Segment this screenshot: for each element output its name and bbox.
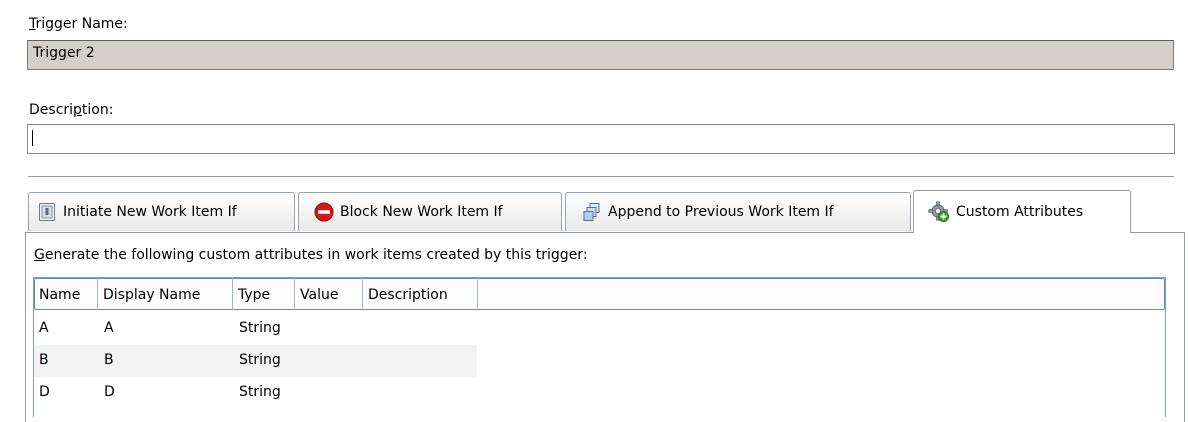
column-header-description[interactable]: Description [363, 278, 478, 310]
column-header-name[interactable]: Name [34, 278, 98, 310]
separator-highlight [28, 177, 1174, 178]
block-icon [314, 202, 334, 222]
column-header-display-name[interactable]: Display Name [98, 278, 233, 310]
column-header-type[interactable]: Type [233, 278, 295, 310]
description-label: Description: [29, 102, 114, 118]
text-caret [32, 130, 33, 146]
gear-add-icon [928, 201, 949, 222]
cell-type: String [239, 384, 281, 400]
tab-label: Append to Previous Work Item If [608, 204, 834, 220]
initiate-icon [39, 203, 55, 221]
tab-block-new-work-item-if[interactable]: Block New Work Item If [298, 192, 562, 231]
cell-type: String [239, 320, 281, 336]
append-icon [583, 203, 600, 221]
tab-label: Initiate New Work Item If [63, 204, 237, 220]
tab-label: Custom Attributes [956, 204, 1084, 220]
cell-display-name: B [104, 352, 114, 368]
cell-name: D [39, 384, 50, 400]
description-field[interactable] [27, 124, 1175, 154]
cell-type: String [239, 352, 281, 368]
tab-custom-attributes[interactable]: Custom Attributes [913, 190, 1131, 233]
trigger-name-label: Trigger Name: [29, 16, 128, 32]
cell-name: A [39, 320, 49, 336]
trigger-name-value: Trigger 2 [33, 45, 95, 61]
cell-display-name: D [104, 384, 115, 400]
cell-name: B [39, 352, 49, 368]
tab-initiate-new-work-item-if[interactable]: Initiate New Work Item If [28, 192, 295, 231]
trigger-name-field[interactable]: Trigger 2 [27, 40, 1174, 70]
tab-append-to-previous-work-item-if[interactable]: Append to Previous Work Item If [565, 192, 911, 231]
cell-display-name: A [104, 320, 114, 336]
column-header-value[interactable]: Value [295, 278, 363, 310]
tab-label: Block New Work Item If [340, 204, 503, 220]
instruction-text: Generate the following custom attributes… [34, 247, 588, 263]
